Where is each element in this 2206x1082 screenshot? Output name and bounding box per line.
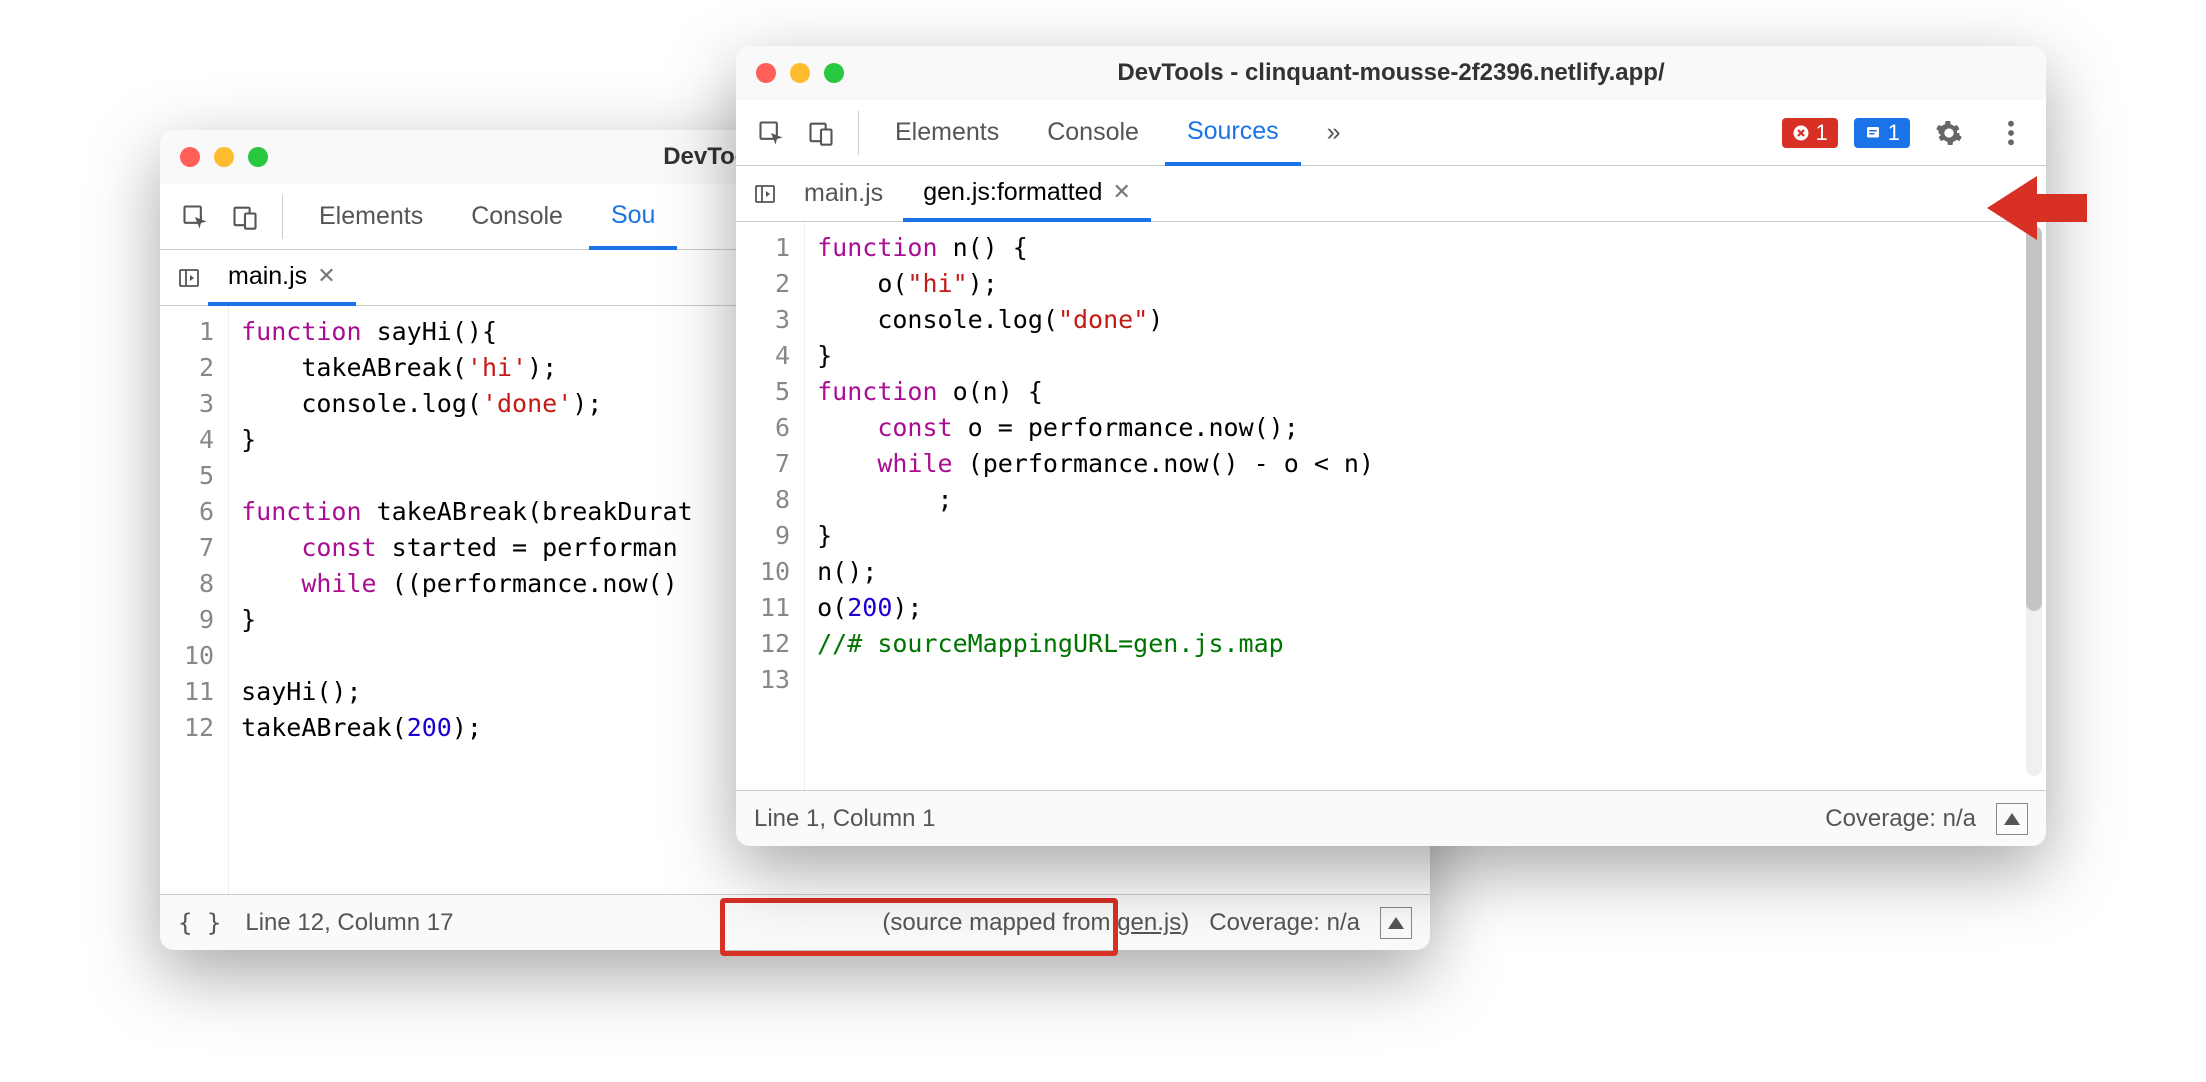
scrollbar-thumb[interactable] bbox=[2026, 226, 2042, 611]
annotation-arrow-icon bbox=[1982, 168, 2092, 248]
cursor-position: Line 12, Column 17 bbox=[245, 909, 453, 937]
close-icon[interactable]: ✕ bbox=[1112, 179, 1130, 205]
pretty-print-button[interactable]: { } bbox=[178, 909, 221, 937]
line-gutter: 1 2 3 4 5 6 7 8 9 10 11 12 bbox=[160, 306, 229, 894]
line-gutter: 1 2 3 4 5 6 7 8 9 10 11 12 13 bbox=[736, 222, 805, 790]
file-tab-genjs[interactable]: gen.js:formatted ✕ bbox=[903, 167, 1151, 222]
traffic-close[interactable] bbox=[180, 147, 200, 167]
inspect-icon[interactable] bbox=[172, 194, 218, 240]
coverage-label: Coverage: n/a bbox=[1825, 805, 1976, 833]
coverage-label: Coverage: n/a bbox=[1209, 909, 1360, 937]
issues-badge[interactable]: 1 bbox=[1854, 118, 1910, 148]
statusbar: Line 1, Column 1 Coverage: n/a bbox=[736, 790, 2046, 846]
window-title: DevTools - clinquant-mousse-2f2396.netli… bbox=[736, 59, 2046, 87]
source-mapped-label[interactable]: (source mapped from gen.js) bbox=[882, 909, 1189, 937]
device-toggle-icon[interactable] bbox=[222, 194, 268, 240]
file-tab-label: main.js bbox=[228, 262, 307, 291]
tab-elements[interactable]: Elements bbox=[873, 100, 1021, 165]
file-tab-mainjs[interactable]: main.js ✕ bbox=[208, 251, 356, 306]
traffic-minimize[interactable] bbox=[790, 63, 810, 83]
statusbar: { } Line 12, Column 17 (source mapped fr… bbox=[160, 894, 1430, 950]
inspect-icon[interactable] bbox=[748, 110, 794, 156]
cursor-position: Line 1, Column 1 bbox=[754, 805, 935, 833]
tab-elements[interactable]: Elements bbox=[297, 184, 445, 249]
expand-button[interactable] bbox=[1996, 803, 2028, 835]
tab-sources[interactable]: Sou bbox=[589, 185, 677, 250]
traffic-close[interactable] bbox=[756, 63, 776, 83]
tab-console[interactable]: Console bbox=[449, 184, 585, 249]
file-tab-label: gen.js:formatted bbox=[923, 178, 1102, 207]
device-toggle-icon[interactable] bbox=[798, 110, 844, 156]
traffic-zoom[interactable] bbox=[824, 63, 844, 83]
traffic-zoom[interactable] bbox=[248, 147, 268, 167]
toolbar: Elements Console Sources » 1 1 bbox=[736, 100, 2046, 166]
gear-icon[interactable] bbox=[1926, 110, 1972, 156]
error-badge[interactable]: 1 bbox=[1782, 118, 1838, 148]
code-editor[interactable]: 1 2 3 4 5 6 7 8 9 10 11 12 13 function n… bbox=[736, 222, 2046, 790]
file-tab-label: main.js bbox=[804, 179, 883, 208]
titlebar[interactable]: DevTools - clinquant-mousse-2f2396.netli… bbox=[736, 46, 2046, 100]
tab-console[interactable]: Console bbox=[1025, 100, 1161, 165]
file-tab-mainjs[interactable]: main.js bbox=[784, 166, 903, 221]
navigator-toggle-icon[interactable] bbox=[746, 171, 784, 217]
tab-sources[interactable]: Sources bbox=[1165, 101, 1301, 166]
expand-button[interactable] bbox=[1380, 907, 1412, 939]
close-icon[interactable]: ✕ bbox=[317, 263, 335, 289]
navigator-toggle-icon[interactable] bbox=[170, 255, 208, 301]
devtools-window-front: DevTools - clinquant-mousse-2f2396.netli… bbox=[736, 46, 2046, 846]
source-map-link[interactable]: gen.js bbox=[1117, 909, 1181, 936]
tab-more[interactable]: » bbox=[1305, 100, 1363, 165]
code-content[interactable]: function n() { o("hi"); console.log("don… bbox=[805, 222, 2046, 790]
traffic-minimize[interactable] bbox=[214, 147, 234, 167]
scrollbar[interactable] bbox=[2026, 226, 2042, 776]
file-tabs: main.js gen.js:formatted ✕ bbox=[736, 166, 2046, 222]
kebab-menu-icon[interactable] bbox=[1988, 110, 2034, 156]
